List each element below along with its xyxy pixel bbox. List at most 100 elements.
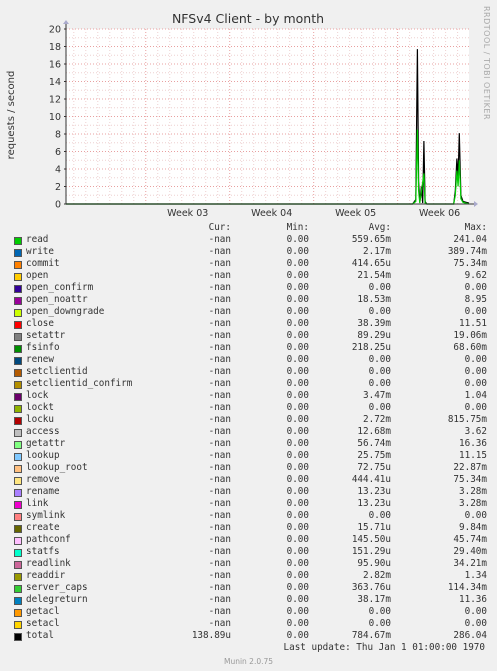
legend-row-open: open -nan 0.00 21.54m 9.62 (0, 270, 497, 282)
legend-min: 0.00 (286, 498, 309, 509)
legend-cur: -nan (208, 270, 231, 281)
legend-cur: -nan (208, 474, 231, 485)
legend-label: locku (26, 414, 54, 425)
legend-min: 0.00 (286, 366, 309, 377)
legend-min: 0.00 (286, 318, 309, 329)
legend-label: setacl (26, 618, 60, 629)
legend-label: open_confirm (26, 282, 94, 293)
legend-max: 241.04 (453, 234, 487, 245)
legend-row-total: total 138.89u 0.00 784.67m 286.04 (0, 630, 497, 642)
legend-row-open_noattr: open_noattr -nan 0.00 18.53m 8.95 (0, 294, 497, 306)
legend-min: 0.00 (286, 630, 309, 641)
legend-swatch (14, 489, 22, 497)
legend-row-delegreturn: delegreturn -nan 0.00 38.17m 11.36 (0, 594, 497, 606)
legend-min: 0.00 (286, 582, 309, 593)
grid (66, 28, 469, 204)
legend-cur: -nan (208, 486, 231, 497)
legend-cur: -nan (208, 426, 231, 437)
legend-avg: 0.00 (368, 354, 391, 365)
legend-rows: read -nan 0.00 559.65m 241.04 write -nan 0.00 2.… (0, 234, 497, 642)
legend-min: 0.00 (286, 402, 309, 413)
legend-swatch (14, 453, 22, 461)
legend-label: lockt (26, 402, 54, 413)
legend-cur: -nan (208, 354, 231, 365)
legend-max: 286.04 (453, 630, 487, 641)
legend-swatch (14, 369, 22, 377)
legend-avg: 559.65m (351, 234, 391, 245)
legend-row-lookup_root: lookup_root -nan 0.00 72.75u 22.87m (0, 462, 497, 474)
legend-label: readlink (26, 558, 71, 569)
legend-avg: 0.00 (368, 606, 391, 617)
legend-max: 0.00 (464, 402, 487, 413)
legend-swatch (14, 477, 22, 485)
legend-max: 114.34m (447, 582, 487, 593)
chart: NFSv4 Client - by month requests / secon… (0, 0, 497, 222)
legend-swatch (14, 609, 22, 617)
legend-min: 0.00 (286, 546, 309, 557)
legend-max: 75.34m (453, 258, 487, 269)
legend-max: 1.04 (464, 390, 487, 401)
legend-max: 3.62 (464, 426, 487, 437)
legend-swatch (14, 261, 22, 269)
legend-swatch (14, 621, 22, 629)
legend-cur: -nan (208, 522, 231, 533)
legend-row-readdir: readdir -nan 0.00 2.82m 1.34 (0, 570, 497, 582)
legend-row-rename: rename -nan 0.00 13.23u 3.28m (0, 486, 497, 498)
legend-cur: -nan (208, 498, 231, 509)
legend-min: 0.00 (286, 438, 309, 449)
legend-max: 45.74m (453, 534, 487, 545)
legend-header-max: Max: (464, 222, 487, 233)
legend-cur: -nan (208, 306, 231, 317)
legend-label: create (26, 522, 60, 533)
legend-avg: 38.17m (357, 594, 391, 605)
legend-max: 11.15 (459, 450, 487, 461)
legend-max: 29.40m (453, 546, 487, 557)
legend-max: 0.00 (464, 354, 487, 365)
legend-swatch (14, 417, 22, 425)
legend-max: 19.06m (453, 330, 487, 341)
legend-row-write: write -nan 0.00 2.17m 389.74m (0, 246, 497, 258)
legend-avg: 363.76u (351, 582, 391, 593)
legend-label: close (26, 318, 54, 329)
legend-label: statfs (26, 546, 60, 557)
legend-row-lookup: lookup -nan 0.00 25.75m 11.15 (0, 450, 497, 462)
legend-row-access: access -nan 0.00 12.68m 3.62 (0, 426, 497, 438)
legend-label: open_noattr (26, 294, 88, 305)
legend-avg: 0.00 (368, 402, 391, 413)
x-tick-label: Week 05 (335, 208, 376, 219)
legend-max: 68.60m (453, 342, 487, 353)
legend-row-commit: commit -nan 0.00 414.65u 75.34m (0, 258, 497, 270)
legend-avg: 21.54m (357, 270, 391, 281)
legend-max: 16.36 (459, 438, 487, 449)
legend-swatch (14, 465, 22, 473)
legend-avg: 13.23u (357, 486, 391, 497)
legend-avg: 145.50u (351, 534, 391, 545)
legend-avg: 15.71u (357, 522, 391, 533)
legend-avg: 3.47m (363, 390, 391, 401)
legend-max: 0.00 (464, 366, 487, 377)
legend-avg: 13.23u (357, 498, 391, 509)
legend-header-cur: Cur: (208, 222, 231, 233)
legend-avg: 218.25u (351, 342, 391, 353)
legend-min: 0.00 (286, 390, 309, 401)
legend-min: 0.00 (286, 330, 309, 341)
legend-swatch (14, 297, 22, 305)
y-tick-label: 14 (49, 77, 61, 88)
y-tick-label: 12 (49, 95, 61, 106)
legend-cur: -nan (208, 294, 231, 305)
legend-swatch (14, 393, 22, 401)
legend-min: 0.00 (286, 354, 309, 365)
legend-swatch (14, 357, 22, 365)
legend-label: delegreturn (26, 594, 88, 605)
legend-label: access (26, 426, 60, 437)
legend-avg: 0.00 (368, 618, 391, 629)
munin-version: Munin 2.0.75 (223, 657, 274, 666)
legend-avg: 12.68m (357, 426, 391, 437)
legend-max: 22.87m (453, 462, 487, 473)
legend-swatch (14, 381, 22, 389)
legend-row-readlink: readlink -nan 0.00 95.90u 34.21m (0, 558, 497, 570)
legend-label: open (26, 270, 49, 281)
legend-avg: 0.00 (368, 378, 391, 389)
legend-label: fsinfo (26, 342, 60, 353)
legend-swatch (14, 429, 22, 437)
